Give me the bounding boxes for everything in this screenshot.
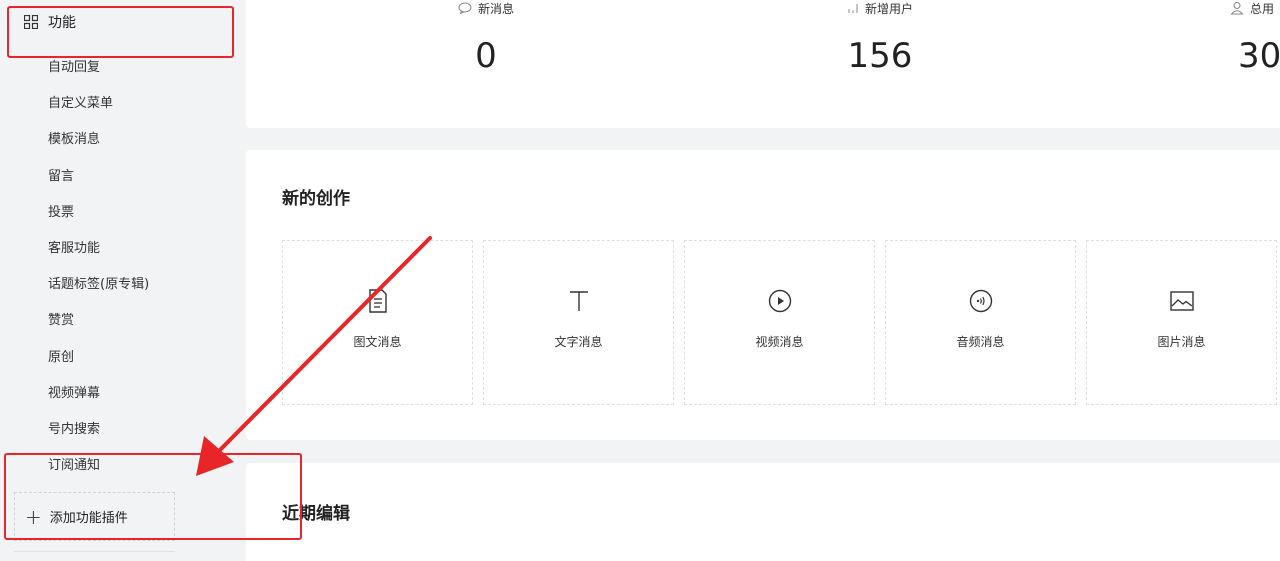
sidebar-item-subscribe-notice[interactable]: 订阅通知 xyxy=(0,448,245,484)
sidebar-item-comments[interactable]: 留言 xyxy=(0,159,245,195)
sidebar-item-vote[interactable]: 投票 xyxy=(0,195,245,231)
tile-label: 图文消息 xyxy=(353,335,402,349)
tile-label: 图片消息 xyxy=(1157,335,1206,349)
stat-new-messages[interactable]: 新消息 0 xyxy=(426,0,546,76)
sidebar-item-auto-reply[interactable]: 自动回复 xyxy=(0,50,245,86)
plus-icon: + xyxy=(25,504,42,529)
section-title-recent-edits: 近期编辑 xyxy=(282,504,350,524)
play-icon xyxy=(768,289,791,313)
document-icon xyxy=(368,289,387,313)
tile-video-message[interactable]: 视频消息 xyxy=(684,240,875,405)
creation-tiles: 图文消息 文字消息 视频消息 音频消息 图片消息 xyxy=(282,240,1277,405)
sidebar-group-features[interactable]: 功能 xyxy=(24,12,76,32)
image-icon xyxy=(1169,291,1194,311)
bar-chart-icon xyxy=(848,4,858,13)
stat-label: 新消息 xyxy=(477,1,514,16)
sidebar-group-label: 功能 xyxy=(48,15,76,31)
sidebar-item-topic-tags[interactable]: 话题标签(原专辑) xyxy=(0,267,245,303)
grid-icon xyxy=(24,15,38,29)
stat-new-users[interactable]: 新增用户 156 xyxy=(820,0,940,77)
sidebar-item-original[interactable]: 原创 xyxy=(0,340,245,376)
tile-audio-message[interactable]: 音频消息 xyxy=(885,240,1076,405)
tile-text-message[interactable]: 文字消息 xyxy=(483,240,674,405)
new-creation-card: 新的创作 图文消息 文字消息 视频消息 音频消息 图片消息 xyxy=(246,150,1280,440)
user-icon xyxy=(1230,2,1244,15)
tile-article-message[interactable]: 图文消息 xyxy=(282,240,473,405)
sidebar-divider xyxy=(14,551,175,552)
sidebar-item-custom-menu[interactable]: 自定义菜单 xyxy=(0,86,245,122)
stat-total-users[interactable]: 总用 30 xyxy=(1230,0,1280,76)
stat-label: 总用 xyxy=(1250,1,1275,16)
recent-edits-card: 近期编辑 xyxy=(246,463,1280,561)
chat-bubble-icon xyxy=(458,2,472,14)
stat-value: 156 xyxy=(847,36,913,76)
stats-card: 新消息 0 新增用户 156 总用 30 xyxy=(246,0,1280,128)
sidebar-menu: 自动回复 自定义菜单 模板消息 留言 投票 客服功能 话题标签(原专辑) 赞赏 … xyxy=(0,50,245,484)
audio-icon xyxy=(969,289,992,313)
section-title-new-creation: 新的创作 xyxy=(282,189,350,209)
stat-label: 新增用户 xyxy=(864,1,913,16)
add-plugin-label: 添加功能插件 xyxy=(49,511,128,526)
sidebar-item-customer-service[interactable]: 客服功能 xyxy=(0,231,245,267)
sidebar-item-video-danmaku[interactable]: 视频弹幕 xyxy=(0,376,245,412)
stat-value: 0 xyxy=(475,36,497,76)
sidebar: 功能 自动回复 自定义菜单 模板消息 留言 投票 客服功能 话题标签(原专辑) … xyxy=(0,0,245,561)
sidebar-item-template-message[interactable]: 模板消息 xyxy=(0,122,245,158)
sidebar-item-reward[interactable]: 赞赏 xyxy=(0,303,245,339)
stat-value: 30 xyxy=(1238,36,1280,76)
tile-label: 文字消息 xyxy=(554,335,603,349)
add-plugin-button[interactable]: + 添加功能插件 xyxy=(14,492,175,541)
text-icon xyxy=(569,291,588,311)
tile-label: 音频消息 xyxy=(956,335,1005,349)
tile-label: 视频消息 xyxy=(755,335,804,349)
tile-image-message[interactable]: 图片消息 xyxy=(1086,240,1277,405)
page: 功能 自动回复 自定义菜单 模板消息 留言 投票 客服功能 话题标签(原专辑) … xyxy=(0,0,1280,561)
sidebar-item-in-account-search[interactable]: 号内搜索 xyxy=(0,412,245,448)
